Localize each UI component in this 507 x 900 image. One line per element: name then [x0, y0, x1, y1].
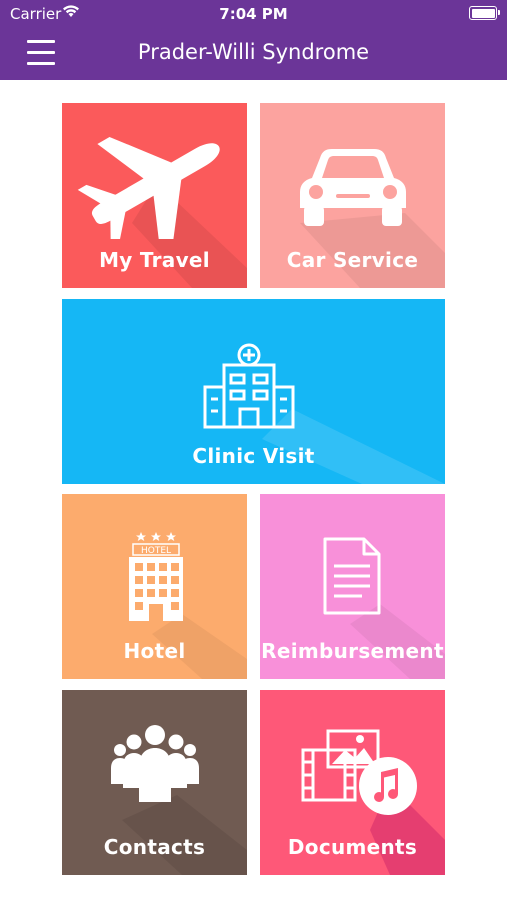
- tile-car-service[interactable]: Car Service: [260, 103, 445, 288]
- status-bar: Carrier 7:04 PM: [0, 0, 507, 28]
- tile-label: My Travel: [99, 248, 210, 272]
- status-time: 7:04 PM: [219, 5, 288, 23]
- document-icon: [323, 537, 381, 615]
- tile-hotel[interactable]: HOTEL Hotel: [62, 494, 247, 679]
- hospital-icon: [203, 343, 295, 429]
- car-icon: [300, 149, 406, 226]
- hotel-sign-text: HOTEL: [141, 546, 171, 556]
- tile-clinic-visit[interactable]: Clinic Visit: [62, 299, 445, 484]
- airplane-icon: [77, 136, 220, 239]
- nav-bar: Prader-Willi Syndrome: [0, 28, 507, 80]
- tile-label: Reimbursement: [261, 639, 444, 663]
- tile-label: Clinic Visit: [192, 444, 315, 468]
- tile-label: Contacts: [103, 835, 206, 859]
- tile-label: Hotel: [123, 639, 186, 663]
- people-icon: [111, 725, 199, 802]
- tile-label: Car Service: [286, 248, 419, 272]
- page-title: Prader-Willi Syndrome: [137, 40, 370, 64]
- tile-reimbursement[interactable]: Reimbursement: [260, 494, 445, 679]
- media-icon: [301, 729, 417, 815]
- tile-contacts[interactable]: Contacts: [62, 690, 247, 875]
- tile-my-travel[interactable]: My Travel: [62, 103, 247, 288]
- battery-icon: [469, 6, 500, 20]
- tile-label: Documents: [287, 835, 418, 859]
- hotel-icon: HOTEL: [129, 532, 183, 621]
- tile-documents[interactable]: Documents: [260, 690, 445, 875]
